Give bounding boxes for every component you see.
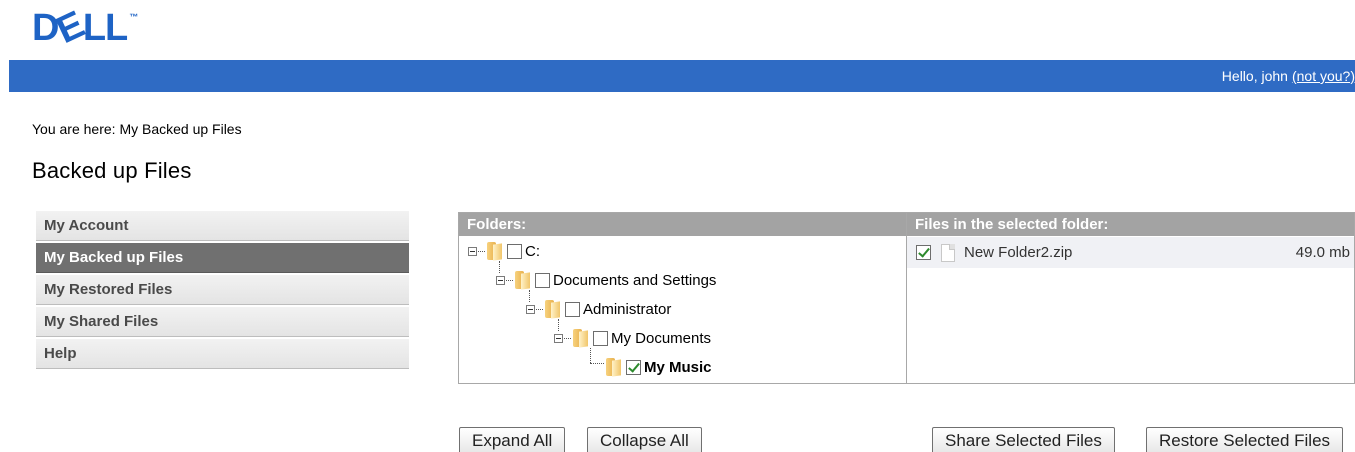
tree-node-my-music: My Music — [605, 355, 712, 379]
folders-panel: Folders: C: Documents and Settings Admin… — [458, 212, 907, 384]
top-bar: Hello, john (not you?) — [9, 60, 1355, 92]
sidebar-nav: My Account My Backed up Files My Restore… — [36, 211, 409, 371]
sidebar-item-my-restored-files[interactable]: My Restored Files — [36, 275, 409, 305]
sidebar-item-my-shared-files[interactable]: My Shared Files — [36, 307, 409, 337]
folder-open-icon — [486, 242, 504, 260]
file-name[interactable]: New Folder2.zip — [964, 244, 1296, 261]
collapse-icon[interactable] — [468, 246, 477, 256]
file-checkbox[interactable] — [916, 245, 931, 260]
restore-selected-files-button[interactable]: Restore Selected Files — [1146, 427, 1344, 452]
tree-connector — [590, 363, 604, 364]
trademark-symbol: ™ — [129, 12, 139, 22]
folder-open-icon — [572, 329, 590, 347]
tree-node-label[interactable]: C: — [525, 243, 540, 260]
folder-checkbox[interactable] — [626, 359, 641, 375]
files-header: Files in the selected folder: — [907, 213, 1354, 236]
collapse-icon[interactable] — [526, 304, 535, 314]
folder-open-icon — [544, 300, 562, 318]
file-size: 49.0 mb — [1295, 244, 1350, 261]
file-browser: Folders: C: Documents and Settings Admin… — [458, 212, 1355, 384]
collapse-icon[interactable] — [554, 333, 563, 343]
folder-checkbox[interactable] — [593, 330, 608, 346]
share-selected-files-button[interactable]: Share Selected Files — [932, 427, 1115, 452]
greeting-text: Hello, john — [1221, 68, 1288, 84]
breadcrumb: You are here: My Backed up Files — [32, 121, 242, 137]
sidebar-item-my-account[interactable]: My Account — [36, 211, 409, 241]
tree-node-documents-and-settings: Documents and Settings — [496, 268, 716, 292]
collapse-all-button[interactable]: Collapse All — [587, 427, 702, 452]
sidebar-item-help[interactable]: Help — [36, 339, 409, 369]
files-panel: Files in the selected folder: New Folder… — [907, 212, 1355, 384]
file-row[interactable]: New Folder2.zip 49.0 mb — [907, 237, 1354, 268]
tree-node-c: C: — [468, 239, 540, 263]
folder-open-icon — [605, 358, 623, 376]
page-title: Backed up Files — [32, 158, 192, 183]
folder-checkbox[interactable] — [507, 243, 522, 259]
logo-wordmark: DELL — [32, 3, 128, 53]
folder-checkbox[interactable] — [535, 272, 550, 288]
dell-logo[interactable]: DELL ™ — [32, 3, 139, 53]
page: DELL ™ Hello, john (not you?) You are he… — [0, 0, 1355, 452]
tree-node-my-documents: My Documents — [554, 326, 711, 350]
tree-node-label[interactable]: Administrator — [583, 301, 671, 318]
collapse-icon[interactable] — [496, 275, 505, 285]
tree-node-administrator: Administrator — [526, 297, 671, 321]
tree-connector — [590, 348, 591, 363]
tree-node-label[interactable]: Documents and Settings — [553, 272, 716, 289]
not-you-link[interactable]: (not you?) — [1292, 68, 1355, 84]
tree-node-label[interactable]: My Music — [644, 359, 712, 376]
sidebar-item-my-backed-up-files[interactable]: My Backed up Files — [36, 243, 409, 273]
expand-all-button[interactable]: Expand All — [459, 427, 566, 452]
tree-node-label[interactable]: My Documents — [611, 330, 711, 347]
folder-open-icon — [514, 271, 532, 289]
file-icon — [941, 243, 955, 262]
folders-header: Folders: — [459, 213, 906, 236]
folder-checkbox[interactable] — [565, 301, 580, 317]
